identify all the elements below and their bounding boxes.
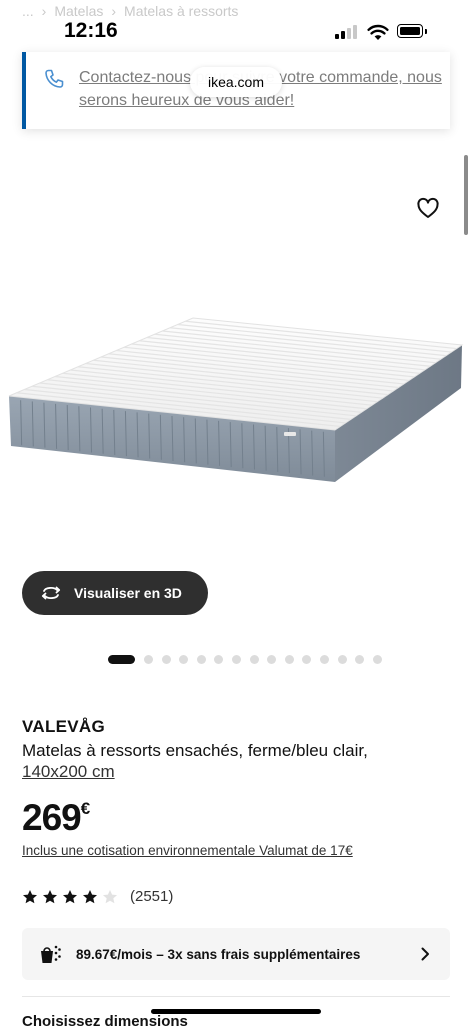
view-3d-label: Visualiser en 3D [74,585,182,601]
carousel-dot[interactable] [231,654,241,664]
home-indicator[interactable] [151,1009,321,1014]
carousel-dot[interactable] [108,654,135,664]
wifi-icon [367,24,389,40]
star-icon [103,889,117,903]
carousel-dot[interactable] [372,654,382,664]
section-divider [22,996,450,997]
breadcrumb: ... › Matelas › Matelas à ressorts [22,3,238,19]
price-currency: € [80,799,91,818]
price-amount: 269 [22,797,82,838]
carousel-dot[interactable] [267,654,277,664]
carousel-dot[interactable] [196,654,206,664]
star-icon [23,889,37,903]
rotate-3d-icon [41,586,61,600]
breadcrumb-item-matelas[interactable]: Matelas [54,3,103,19]
financing-option[interactable]: 89.67€/mois – 3x sans frais supplémentai… [22,928,450,980]
cellular-signal-icon [335,25,359,39]
breadcrumb-item-ellipsis[interactable]: ... [22,3,34,19]
star-icon [43,889,57,903]
phone-icon [45,69,64,88]
carousel-dot[interactable] [337,654,347,664]
breadcrumb-item-matelas-ressorts[interactable]: Matelas à ressorts [124,3,238,19]
review-count[interactable]: (2551) [130,888,173,905]
product-size-link[interactable]: 140x200 cm [22,762,115,782]
product-image-mattress[interactable] [5,300,467,570]
carousel-dot[interactable] [214,654,224,664]
page-scrollbar[interactable] [464,155,468,235]
carousel-dot[interactable] [319,654,329,664]
battery-icon [397,24,427,38]
carousel-dot[interactable] [161,654,171,664]
view-3d-button[interactable]: Visualiser en 3D [22,571,208,615]
dimensions-heading: Choisissez dimensions [22,1013,188,1030]
carousel-dot[interactable] [355,654,365,664]
chevron-right-icon: › [111,3,117,19]
chevron-right-icon: › [41,3,47,19]
carousel-dot[interactable] [249,654,259,664]
carousel-dot[interactable] [284,654,294,664]
image-carousel-indicator[interactable] [108,653,390,665]
chevron-right-icon [421,947,429,961]
carousel-dot[interactable] [302,654,312,664]
product-description: Matelas à ressorts ensachés, ferme/bleu … [22,741,368,760]
carousel-dot[interactable] [144,654,153,664]
star-icon [83,889,97,903]
browser-url-bar[interactable]: ikea.com [190,67,282,97]
product-price: 269€ [22,797,90,839]
carousel-dot[interactable] [179,654,189,664]
eco-fee-link[interactable]: Inclus une cotisation environnementale V… [22,843,353,858]
product-name: VALEVÅG [22,717,106,736]
star-icon [63,889,77,903]
rating-stars[interactable]: (2551) [22,888,173,905]
status-time: 12:16 [64,19,118,42]
financing-text: 89.67€/mois – 3x sans frais supplémentai… [76,946,361,962]
payment-installment-icon [41,945,61,963]
heart-icon[interactable] [410,190,446,226]
